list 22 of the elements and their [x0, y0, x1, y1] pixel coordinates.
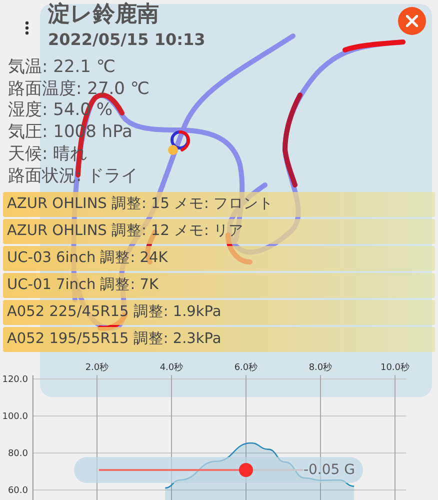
condition-text: 路面状況: ドライ: [8, 166, 140, 188]
setup-row: AZUR OHLINS 調整: 12 メモ: リア: [3, 219, 435, 244]
y-tick-label: 80.0: [8, 449, 28, 460]
x-tick-label: 6.0秒: [234, 363, 258, 374]
setup-row: AZUR OHLINS 調整: 15 メモ: フロント: [3, 192, 435, 218]
g-slider[interactable]: -0.05 G: [74, 457, 363, 483]
setup-row: UC-01 7inch 調整: 7K: [3, 273, 435, 298]
x-tick-label: 10.0秒: [380, 363, 410, 374]
y-tick-label: 120.0: [2, 375, 28, 386]
x-tick-label: 2.0秒: [85, 363, 109, 374]
condition-text: 路面温度: 27.0 ℃: [8, 78, 150, 100]
condition-text: 気温: 22.1 ℃: [8, 57, 116, 79]
setup-row: UC-03 6inch 調整: 24K: [3, 246, 435, 272]
session-title: 淀レ鈴鹿南: [48, 1, 160, 29]
y-tick-label: 60.0: [8, 486, 28, 496]
setup-row: A052 225/45R15 調整: 1.9kPa: [3, 300, 435, 326]
y-tick-label: 100.0: [2, 412, 28, 422]
x-tick-label: 4.0秒: [160, 363, 184, 374]
g-reading: -0.05 G: [303, 460, 355, 480]
x-tick-label: 8.0秒: [308, 363, 332, 374]
session-datetime: 2022/05/15 10:13: [48, 29, 206, 51]
setup-row: A052 195/55R15 調整: 2.3kPa: [3, 327, 435, 352]
